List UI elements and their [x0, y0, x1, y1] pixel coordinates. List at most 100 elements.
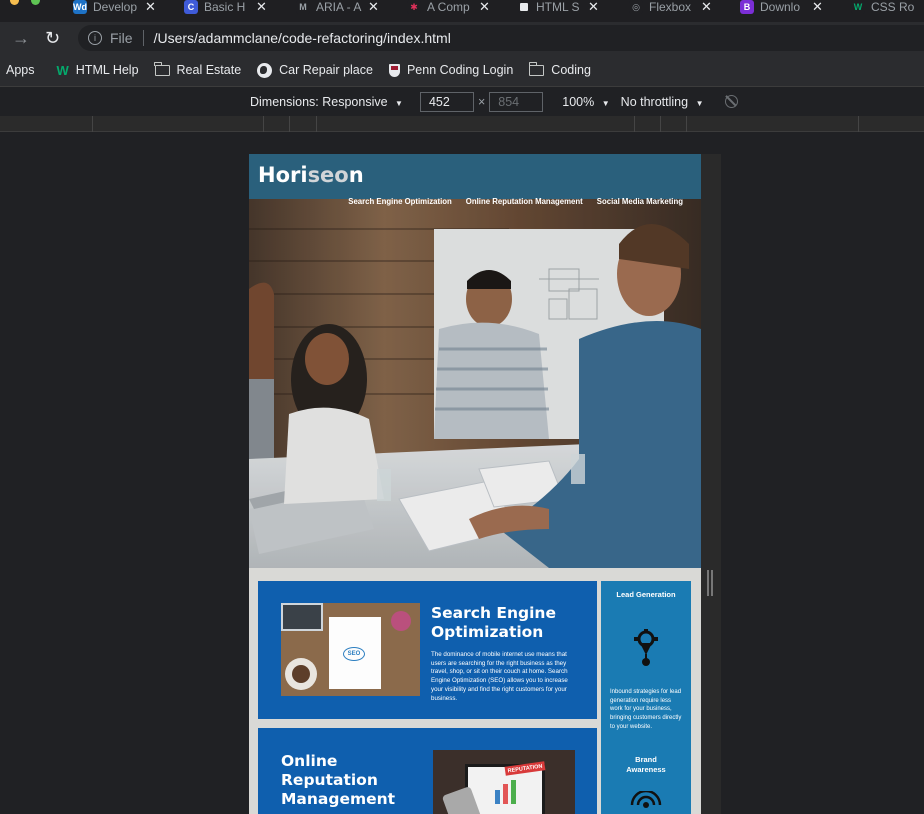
zoom-label: 100%	[562, 94, 595, 109]
browser-tab[interactable]: M ARIA - A ✕	[296, 0, 379, 14]
orm-image: REPUTATION	[433, 750, 575, 814]
asterisk-favicon-icon: ✱	[407, 0, 421, 14]
device-toolbar: Dimensions: Responsive ▼ 452 × 854 100% …	[0, 86, 924, 116]
bookmark-label: HTML Help	[75, 63, 139, 77]
doc-favicon-icon	[518, 1, 530, 13]
aside-panel: Lead Generation Inbound strategies for l…	[601, 581, 691, 814]
nav-link-seo[interactable]: Search Engine Optimization	[348, 197, 452, 206]
seo-title: Search Engine Optimization	[431, 604, 556, 641]
lead-generation-icon	[634, 629, 658, 666]
logo-part-seo: seo	[307, 163, 349, 187]
seo-image: SEO	[281, 603, 420, 696]
tab-strip: Wd Develop ✕ C Basic H ✕ M ARIA - A ✕ ✱ A Comp ✕ HTM…	[0, 0, 924, 22]
omnibox[interactable]: i File /Users/adammclane/code-refactorin…	[78, 25, 924, 51]
seo-section: SEO Search Engine Optimization The domin…	[258, 581, 597, 719]
viewport-height-input[interactable]: 854	[489, 91, 544, 112]
tab-title: ARIA - A	[316, 0, 362, 14]
bookmarks-bar: Apps W HTML Help Real Estate Car Repair …	[0, 54, 924, 86]
height-value: 854	[498, 94, 520, 109]
ruler-tick	[686, 116, 687, 132]
browser-tab[interactable]: W CSS Ro	[851, 0, 917, 14]
viewport-gutter	[701, 154, 721, 814]
rotate-disabled-icon[interactable]	[725, 95, 739, 108]
lead-generation-title: Lead Generation	[616, 590, 676, 599]
tab-title: HTML S	[536, 0, 580, 14]
close-tab-icon[interactable]: ✕	[479, 0, 490, 15]
penn-shield-icon	[388, 63, 400, 77]
ruler-tick	[289, 116, 290, 132]
zoom-window-button[interactable]	[31, 0, 40, 5]
bookmark-penn-coding[interactable]: Penn Coding Login	[388, 63, 514, 77]
media-query-ruler[interactable]	[0, 116, 924, 132]
hero-image	[249, 199, 701, 568]
seo-image-label: SEO	[343, 647, 365, 661]
close-tab-icon[interactable]: ✕	[368, 0, 379, 15]
bookmark-label: Real Estate	[176, 63, 242, 77]
close-tab-icon[interactable]: ✕	[145, 0, 156, 15]
mdn-favicon-icon: M	[296, 0, 310, 14]
folder-icon	[154, 61, 170, 76]
tab-title: Flexbox	[649, 0, 692, 14]
chevron-down-icon: ▼	[601, 98, 610, 108]
site-header: Horiseon	[249, 154, 701, 199]
ruler-tick	[634, 116, 635, 132]
orm-section: Online Reputation Management REPUTATION	[258, 728, 597, 814]
bookmark-label: Penn Coding Login	[406, 63, 514, 77]
browser-tab[interactable]: HTML S ✕	[518, 0, 599, 14]
dimensions-dropdown[interactable]: Dimensions: Responsive ▼	[250, 95, 403, 109]
ruler-tick	[92, 116, 93, 132]
browser-tab[interactable]: Wd Develop ✕	[73, 0, 156, 14]
globe-favicon-icon: ◎	[629, 0, 643, 14]
minimize-window-button[interactable]	[10, 0, 19, 5]
tab-title: Downlo	[760, 0, 801, 14]
times-symbol: ×	[477, 94, 486, 109]
nav-link-orm[interactable]: Online Reputation Management	[466, 197, 583, 206]
bookmark-coding[interactable]: Coding	[528, 61, 591, 77]
zoom-dropdown[interactable]: 100% ▼	[562, 95, 609, 109]
browser-tab[interactable]: ◎ Flexbox ✕	[629, 0, 712, 14]
orm-title: Online Reputation Management	[281, 752, 396, 808]
bookmark-html-help[interactable]: W HTML Help	[57, 63, 139, 78]
device-stage: Horiseon Search Engine Optimization Onli…	[0, 133, 924, 814]
browser-tab[interactable]: B Downlo ✕	[740, 0, 823, 14]
tab-title: Basic H	[204, 0, 246, 14]
close-tab-icon[interactable]: ✕	[701, 0, 712, 15]
browser-tab[interactable]: C Basic H ✕	[184, 0, 267, 14]
lead-generation-body: Inbound strategies for lead generation r…	[610, 689, 682, 730]
codeacademy-favicon-icon: C	[184, 0, 198, 14]
omnibox-divider	[142, 30, 144, 46]
ruler-tick	[858, 116, 859, 132]
browser-tab[interactable]: ✱ A Comp ✕	[407, 0, 490, 14]
bootstrap-favicon-icon: B	[740, 0, 754, 14]
ruler-tick	[660, 116, 661, 132]
bookmark-label: Car Repair place	[279, 63, 373, 77]
close-tab-icon[interactable]: ✕	[588, 0, 599, 15]
close-tab-icon[interactable]: ✕	[256, 0, 267, 15]
reload-icon[interactable]: ↻	[45, 28, 60, 49]
w3-favicon-icon: W	[851, 0, 865, 14]
chevron-down-icon: ▼	[395, 98, 403, 108]
throttling-dropdown[interactable]: No throttling ▼	[621, 95, 704, 109]
bookmark-real-estate[interactable]: Real Estate	[154, 61, 242, 77]
emulated-viewport: Horiseon Search Engine Optimization Onli…	[249, 154, 701, 814]
nav-link-smm[interactable]: Social Media Marketing	[597, 197, 683, 206]
viewport-width-input[interactable]: 452	[419, 91, 474, 112]
apps-bookmark[interactable]: Apps	[6, 63, 35, 77]
url-text[interactable]: /Users/adammclane/code-refactoring/index…	[154, 30, 451, 46]
chevron-down-icon: ▼	[695, 98, 704, 108]
address-toolbar: → ↻ i File /Users/adammclane/code-refact…	[0, 22, 924, 54]
width-value: 452	[428, 94, 450, 109]
logo-part: Hori	[258, 163, 308, 187]
bookmark-car-repair[interactable]: Car Repair place	[257, 62, 373, 78]
forward-arrow-icon[interactable]: →	[12, 28, 30, 49]
resize-handle[interactable]	[707, 570, 713, 596]
tab-title: A Comp	[427, 0, 470, 14]
tab-title: CSS Ro	[871, 0, 915, 14]
tab-title: Develop	[93, 0, 138, 14]
hero-photo-illustration	[249, 199, 701, 568]
apps-label: Apps	[6, 63, 35, 77]
close-tab-icon[interactable]: ✕	[812, 0, 823, 15]
folder-icon	[528, 61, 545, 76]
site-logo[interactable]: Horiseon	[258, 163, 364, 187]
info-icon[interactable]: i	[88, 31, 102, 45]
